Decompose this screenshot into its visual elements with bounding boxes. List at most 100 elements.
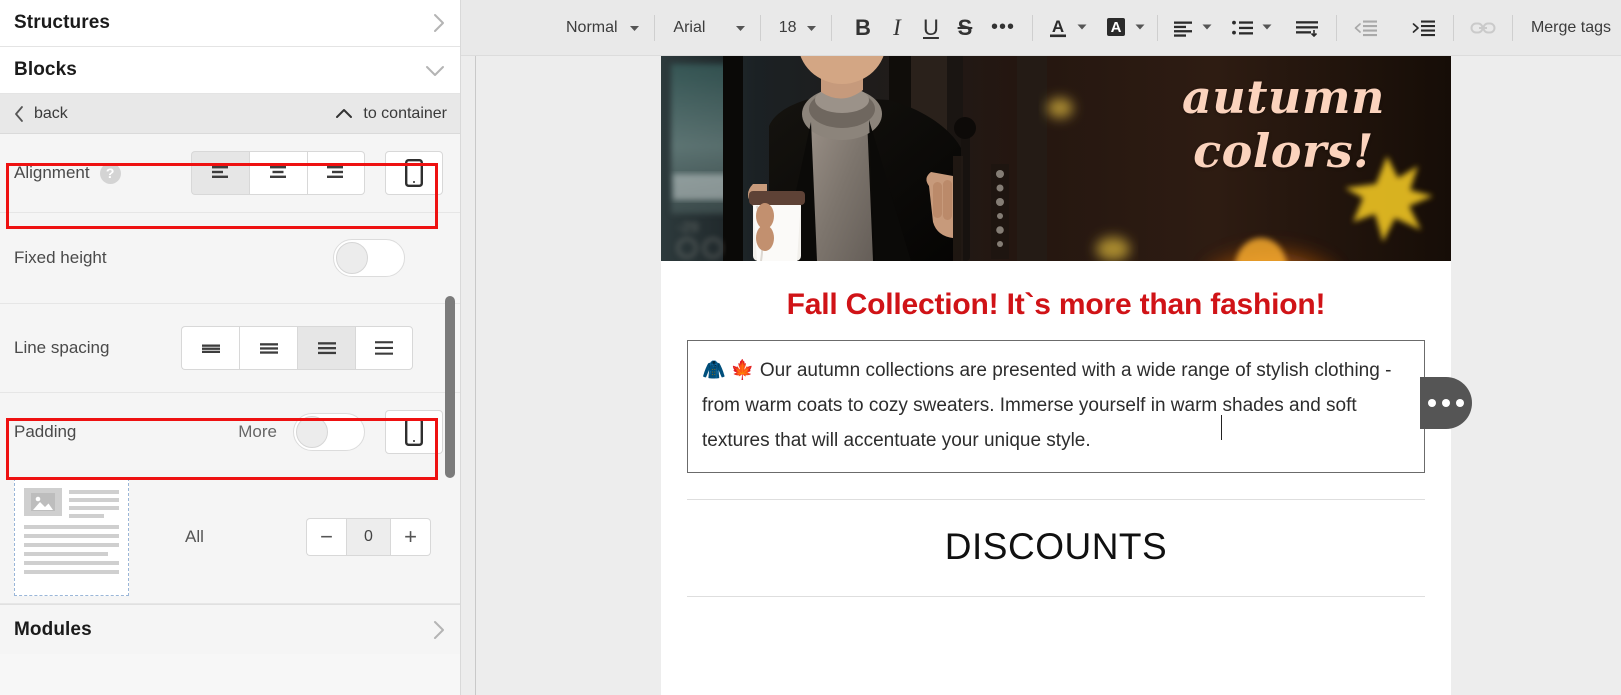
padding-increment-button[interactable]: + <box>391 518 431 556</box>
align-right-button[interactable] <box>307 151 365 195</box>
to-container-button[interactable]: to container <box>334 105 447 123</box>
padding-more-toggle[interactable] <box>293 413 365 451</box>
line-spacing-row: Line spacing <box>0 304 461 392</box>
separator <box>1452 14 1454 41</box>
padding-preview-thumbnail[interactable] <box>14 478 129 596</box>
decrease-indent-button[interactable] <box>1345 11 1387 45</box>
block-options-button[interactable] <box>1420 377 1472 429</box>
font-family-select[interactable]: Arial <box>663 11 751 45</box>
align-right-icon <box>327 166 343 178</box>
line-spacing-label: Line spacing <box>14 338 110 357</box>
line-height-button[interactable] <box>1286 11 1328 45</box>
mobile-device-icon <box>405 159 423 187</box>
insert-link-button[interactable] <box>1462 11 1504 45</box>
email-document: -29 autumn colors! Fall Collection! It`s… <box>661 56 1472 695</box>
italic-button[interactable]: I <box>880 11 914 45</box>
highlight-color-icon: A <box>1099 11 1133 45</box>
line-spacing-1-button[interactable] <box>181 326 239 370</box>
increase-indent-button[interactable] <box>1403 11 1445 45</box>
fixed-height-toggle[interactable] <box>333 239 405 277</box>
padding-row: Padding More <box>0 393 461 471</box>
left-sidebar: Structures Blocks back to container Alig… <box>0 0 461 695</box>
padding-more-label: More <box>238 422 277 441</box>
font-size-select[interactable]: 18 <box>769 11 823 45</box>
line-height-icon <box>1295 20 1318 37</box>
alignment-mobile-button[interactable] <box>385 151 443 195</box>
separator <box>759 14 761 41</box>
padding-mobile-button[interactable] <box>385 410 443 454</box>
thumb-text-lines <box>69 488 119 518</box>
email-body-text[interactable]: 🧥 🍁 Our autumn collections are presented… <box>702 353 1410 458</box>
line-spacing-4-button[interactable] <box>355 326 413 370</box>
separator <box>1335 14 1337 41</box>
strikethrough-button[interactable]: S <box>948 11 982 45</box>
highlight-color-button[interactable]: A <box>1099 11 1149 45</box>
paragraph-style-select[interactable]: Normal <box>556 11 646 45</box>
thumb-body-lines <box>24 525 119 574</box>
text-color-icon: A <box>1041 11 1075 45</box>
chevron-down-icon <box>629 19 640 37</box>
help-icon[interactable]: ? <box>99 162 121 184</box>
sidebar-section-modules[interactable]: Modules <box>0 604 461 654</box>
canvas-left-divider <box>475 56 476 695</box>
chevron-down-icon[interactable] <box>423 63 447 78</box>
line-spacing-2-button[interactable] <box>239 326 297 370</box>
section-title: Structures <box>14 12 111 33</box>
alignment-segmented-control <box>191 151 365 195</box>
section-title: Modules <box>14 618 92 640</box>
padding-decrement-button[interactable]: − <box>306 518 346 556</box>
chevron-right-icon[interactable] <box>432 618 447 642</box>
text-color-button[interactable]: A <box>1041 11 1091 45</box>
chevron-left-icon <box>15 105 23 122</box>
hero-banner-image[interactable]: -29 autumn colors! <box>661 56 1451 261</box>
padding-value[interactable]: 0 <box>346 518 391 556</box>
back-label: back <box>34 104 68 122</box>
bold-button[interactable]: B <box>846 11 880 45</box>
dot <box>1442 399 1450 407</box>
align-center-button[interactable] <box>249 151 307 195</box>
block-settings-panel: Alignment ? Fixed height Line spacing Pa… <box>0 134 461 654</box>
fixed-height-label: Fixed height <box>14 248 107 267</box>
email-text-block-selected[interactable]: 🧥 🍁 Our autumn collections are presented… <box>687 340 1472 474</box>
padding-all-row: All − 0 + <box>0 471 461 603</box>
line-spacing-segmented-control <box>181 326 413 370</box>
font-family-value: Arial <box>673 18 706 36</box>
separator <box>654 14 656 41</box>
discounts-heading[interactable]: DISCOUNTS <box>661 500 1451 596</box>
paragraph-align-button[interactable] <box>1166 11 1216 45</box>
email-headline[interactable]: Fall Collection! It`s more than fashion! <box>661 261 1451 340</box>
chevron-down-icon <box>806 19 817 37</box>
sidebar-section-blocks[interactable]: Blocks <box>0 47 461 94</box>
align-left-icon <box>1166 11 1200 45</box>
sidebar-scrollbar-thumb[interactable] <box>445 296 455 478</box>
align-left-button[interactable] <box>191 151 249 195</box>
list-button[interactable] <box>1226 11 1276 45</box>
alignment-row: Alignment ? <box>0 134 461 212</box>
chevron-down-icon <box>735 19 746 37</box>
sidebar-section-structures[interactable]: Structures <box>0 0 461 47</box>
more-formatting-button[interactable]: ••• <box>982 11 1024 45</box>
thumb-top-row <box>24 488 119 518</box>
merge-tags-button[interactable]: Merge tags <box>1521 19 1621 37</box>
separator <box>1511 14 1513 41</box>
chevron-right-icon[interactable] <box>432 11 447 35</box>
main-area: Normal Arial 18 B I U S ••• A A Merge ta… <box>461 0 1621 695</box>
underline-button[interactable]: U <box>914 11 948 45</box>
line-spacing-3-button[interactable] <box>297 326 355 370</box>
decrease-indent-icon <box>1354 20 1377 36</box>
chevron-down-icon <box>1077 22 1087 33</box>
bulleted-list-icon <box>1226 11 1260 45</box>
toggle-knob <box>336 242 368 274</box>
hero-script-text: autumn colors! <box>1182 70 1385 179</box>
divider-line-bottom <box>687 596 1425 598</box>
section-title: Blocks <box>14 59 77 80</box>
padding-stepper: − 0 + <box>306 518 431 556</box>
image-placeholder-icon <box>24 488 62 516</box>
back-button[interactable]: back <box>14 105 68 123</box>
svg-text:A: A <box>1052 17 1064 36</box>
padding-label: Padding <box>14 422 77 441</box>
email-editor-app: Structures Blocks back to container Alig… <box>0 0 1621 695</box>
fixed-height-row: Fixed height <box>0 213 461 303</box>
increase-indent-icon <box>1412 20 1435 36</box>
separator <box>1156 14 1158 41</box>
